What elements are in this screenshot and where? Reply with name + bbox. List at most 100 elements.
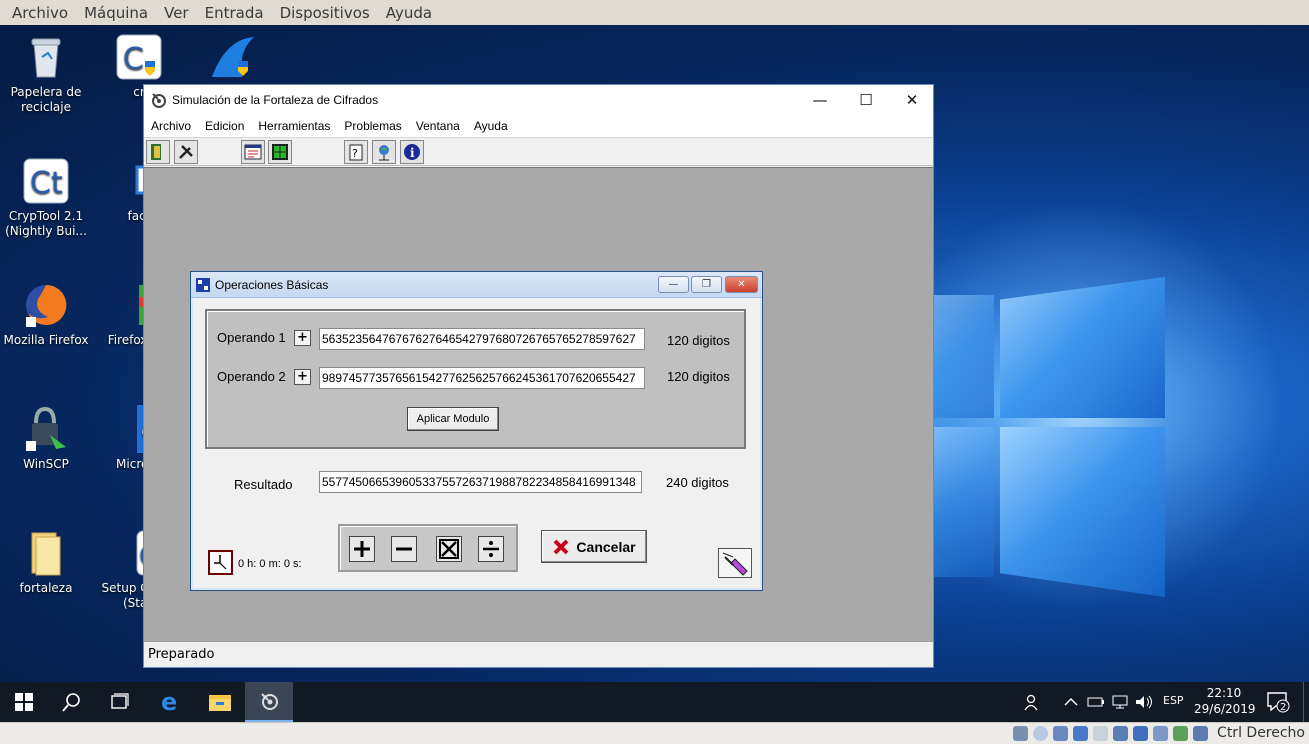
vbox-menu-entrada[interactable]: Entrada (197, 4, 272, 22)
clock-tray[interactable]: 22:10 29/6/2019 (1194, 685, 1256, 717)
app-logo-icon (152, 93, 166, 108)
network-adapter-icon[interactable] (1073, 726, 1088, 741)
edge-taskbar-icon[interactable]: e (148, 682, 196, 722)
resultado-field[interactable]: 5577450665396053375572637198878223485841… (319, 471, 642, 493)
start-button[interactable] (0, 682, 48, 722)
grid-icon[interactable] (268, 140, 292, 164)
chevron-up-icon[interactable] (1058, 682, 1084, 722)
exit-icon[interactable] (146, 140, 170, 164)
notification-count: 2 (1280, 702, 1286, 713)
optical-drive-icon[interactable] (1033, 726, 1048, 741)
vbox-menu-dispositivos[interactable]: Dispositivos (272, 4, 378, 22)
operando2-plus-button[interactable]: + (294, 369, 311, 385)
desktop-icon-firefox[interactable]: Mozilla Firefox (0, 281, 92, 348)
app-title: Simulación de la Fortaleza de Cifrados (172, 93, 379, 107)
operando1-plus-button[interactable]: + (294, 330, 311, 346)
app-statusbar: Preparado (144, 641, 933, 667)
resultado-label: Resultado (234, 477, 293, 492)
usb-icon[interactable] (1093, 726, 1108, 741)
operando2-label: Operando 2 (217, 369, 286, 384)
windows-start-icon (15, 693, 33, 711)
operando2-field[interactable]: 9897457735765615427762562576624536170762… (319, 367, 645, 389)
desktop-icon-label: Papelera de reciclaje (10, 85, 82, 114)
menu-archivo[interactable]: Archivo (144, 119, 198, 133)
show-desktop-strip[interactable] (1303, 682, 1309, 722)
volume-icon[interactable] (1132, 682, 1156, 722)
desktop-icon-winscp[interactable]: WinSCP (0, 405, 92, 472)
tools-icon[interactable] (174, 140, 198, 164)
desktop-icon-label: Mozilla Firefox (3, 333, 89, 347)
tray-date: 29/6/2019 (1194, 702, 1256, 716)
tray-time: 22:10 (1206, 686, 1242, 700)
cipher-app-taskbar-icon[interactable] (245, 682, 293, 722)
child-close-button[interactable]: ✕ (725, 276, 758, 293)
mouse-integration-icon[interactable] (1193, 726, 1208, 741)
operando1-field[interactable]: 5635235647676762764654279768072676576527… (319, 328, 645, 350)
app-window: Simulación de la Fortaleza de Cifrados —… (143, 84, 934, 668)
menu-problemas[interactable]: Problemas (337, 119, 408, 133)
svg-text:i: i (410, 146, 415, 160)
desktop-icon-wireshark-installer[interactable] (186, 33, 278, 85)
menu-herramientas[interactable]: Herramientas (251, 119, 337, 133)
subtract-icon[interactable] (391, 536, 417, 562)
menu-ayuda[interactable]: Ayuda (467, 119, 515, 133)
taskbar: e ESP 22:10 29/6/2019 2 (0, 682, 1309, 722)
app-titlebar[interactable]: Simulación de la Fortaleza de Cifrados —… (144, 85, 933, 115)
people-icon[interactable] (1012, 682, 1052, 722)
child-minimize-button[interactable]: — (658, 276, 689, 293)
aplicar-modulo-button[interactable]: Aplicar Modulo (407, 407, 499, 431)
help-icon[interactable]: ? (344, 140, 368, 164)
eraser-edit-icon[interactable] (718, 548, 752, 578)
wallpaper-pane (934, 295, 994, 418)
close-button[interactable]: ✕ (889, 85, 935, 115)
operando2-digits: 120 digitos (667, 369, 730, 384)
cancelar-button[interactable]: Cancelar (541, 530, 647, 563)
search-icon[interactable] (48, 682, 96, 722)
info-icon[interactable]: i (400, 140, 424, 164)
minimize-button[interactable]: — (797, 85, 843, 115)
recycle-bin-icon (22, 33, 70, 81)
network-icon[interactable] (372, 140, 396, 164)
maximize-button[interactable]: ☐ (843, 85, 889, 115)
battery-icon[interactable] (1084, 682, 1108, 722)
child-restore-button[interactable]: ❐ (691, 276, 722, 293)
vbox-menu-ver[interactable]: Ver (156, 4, 197, 22)
svg-text:e: e (161, 690, 177, 714)
desktop-icon-cryptool2[interactable]: Ct CrypTool 2.1 (Nightly Bui... (0, 157, 92, 239)
firefox-icon (22, 281, 70, 329)
divide-icon[interactable] (478, 536, 504, 562)
vbox-menu-maquina[interactable]: Máquina (76, 4, 156, 22)
app-menubar: Archivo Edicion Herramientas Problemas V… (144, 115, 933, 137)
desktop-icon-fortaleza[interactable]: fortaleza (0, 529, 92, 596)
video-capture-icon[interactable] (1153, 726, 1168, 741)
vbox-statusbar: Ctrl Derecho (0, 722, 1309, 744)
language-indicator[interactable]: ESP (1163, 694, 1184, 707)
add-icon[interactable] (349, 536, 375, 562)
wallpaper-pane (1000, 427, 1165, 597)
desktop-icon-label: fortaleza (19, 581, 73, 595)
audio-icon[interactable] (1053, 726, 1068, 741)
task-view-icon[interactable] (96, 682, 144, 722)
shared-folders-icon[interactable] (1113, 726, 1128, 741)
file-explorer-icon[interactable] (196, 682, 244, 722)
vbox-menu-archivo[interactable]: Archivo (4, 4, 76, 22)
menu-edicion[interactable]: Edicion (198, 119, 251, 133)
wallpaper-pane (1000, 277, 1165, 418)
timer-text: 0 h: 0 m: 0 s: (238, 558, 302, 570)
virtualization-icon[interactable] (1173, 726, 1188, 741)
hard-disk-icon[interactable] (1013, 726, 1028, 741)
svg-text:Ct: Ct (30, 166, 63, 201)
vbox-menu-ayuda[interactable]: Ayuda (378, 4, 440, 22)
desktop-icon-label: CrypTool 2.1 (Nightly Bui... (5, 209, 87, 238)
menu-ventana[interactable]: Ventana (409, 119, 467, 133)
notifications-icon[interactable]: 2 (1256, 682, 1300, 722)
child-titlebar[interactable]: Operaciones Básicas — ❐ ✕ (191, 272, 762, 298)
operands-panel: Operando 1 + 563523564767676276465427976… (205, 309, 746, 449)
multiply-icon[interactable] (436, 536, 462, 562)
app-toolbar: ? i (144, 137, 933, 166)
display-icon[interactable] (1133, 726, 1148, 741)
calculator-window-icon[interactable] (241, 140, 265, 164)
network-tray-icon[interactable] (1108, 682, 1132, 722)
desktop-icon-recycle-bin[interactable]: Papelera de reciclaje (0, 33, 92, 115)
operando1-digits: 120 digitos (667, 333, 730, 348)
